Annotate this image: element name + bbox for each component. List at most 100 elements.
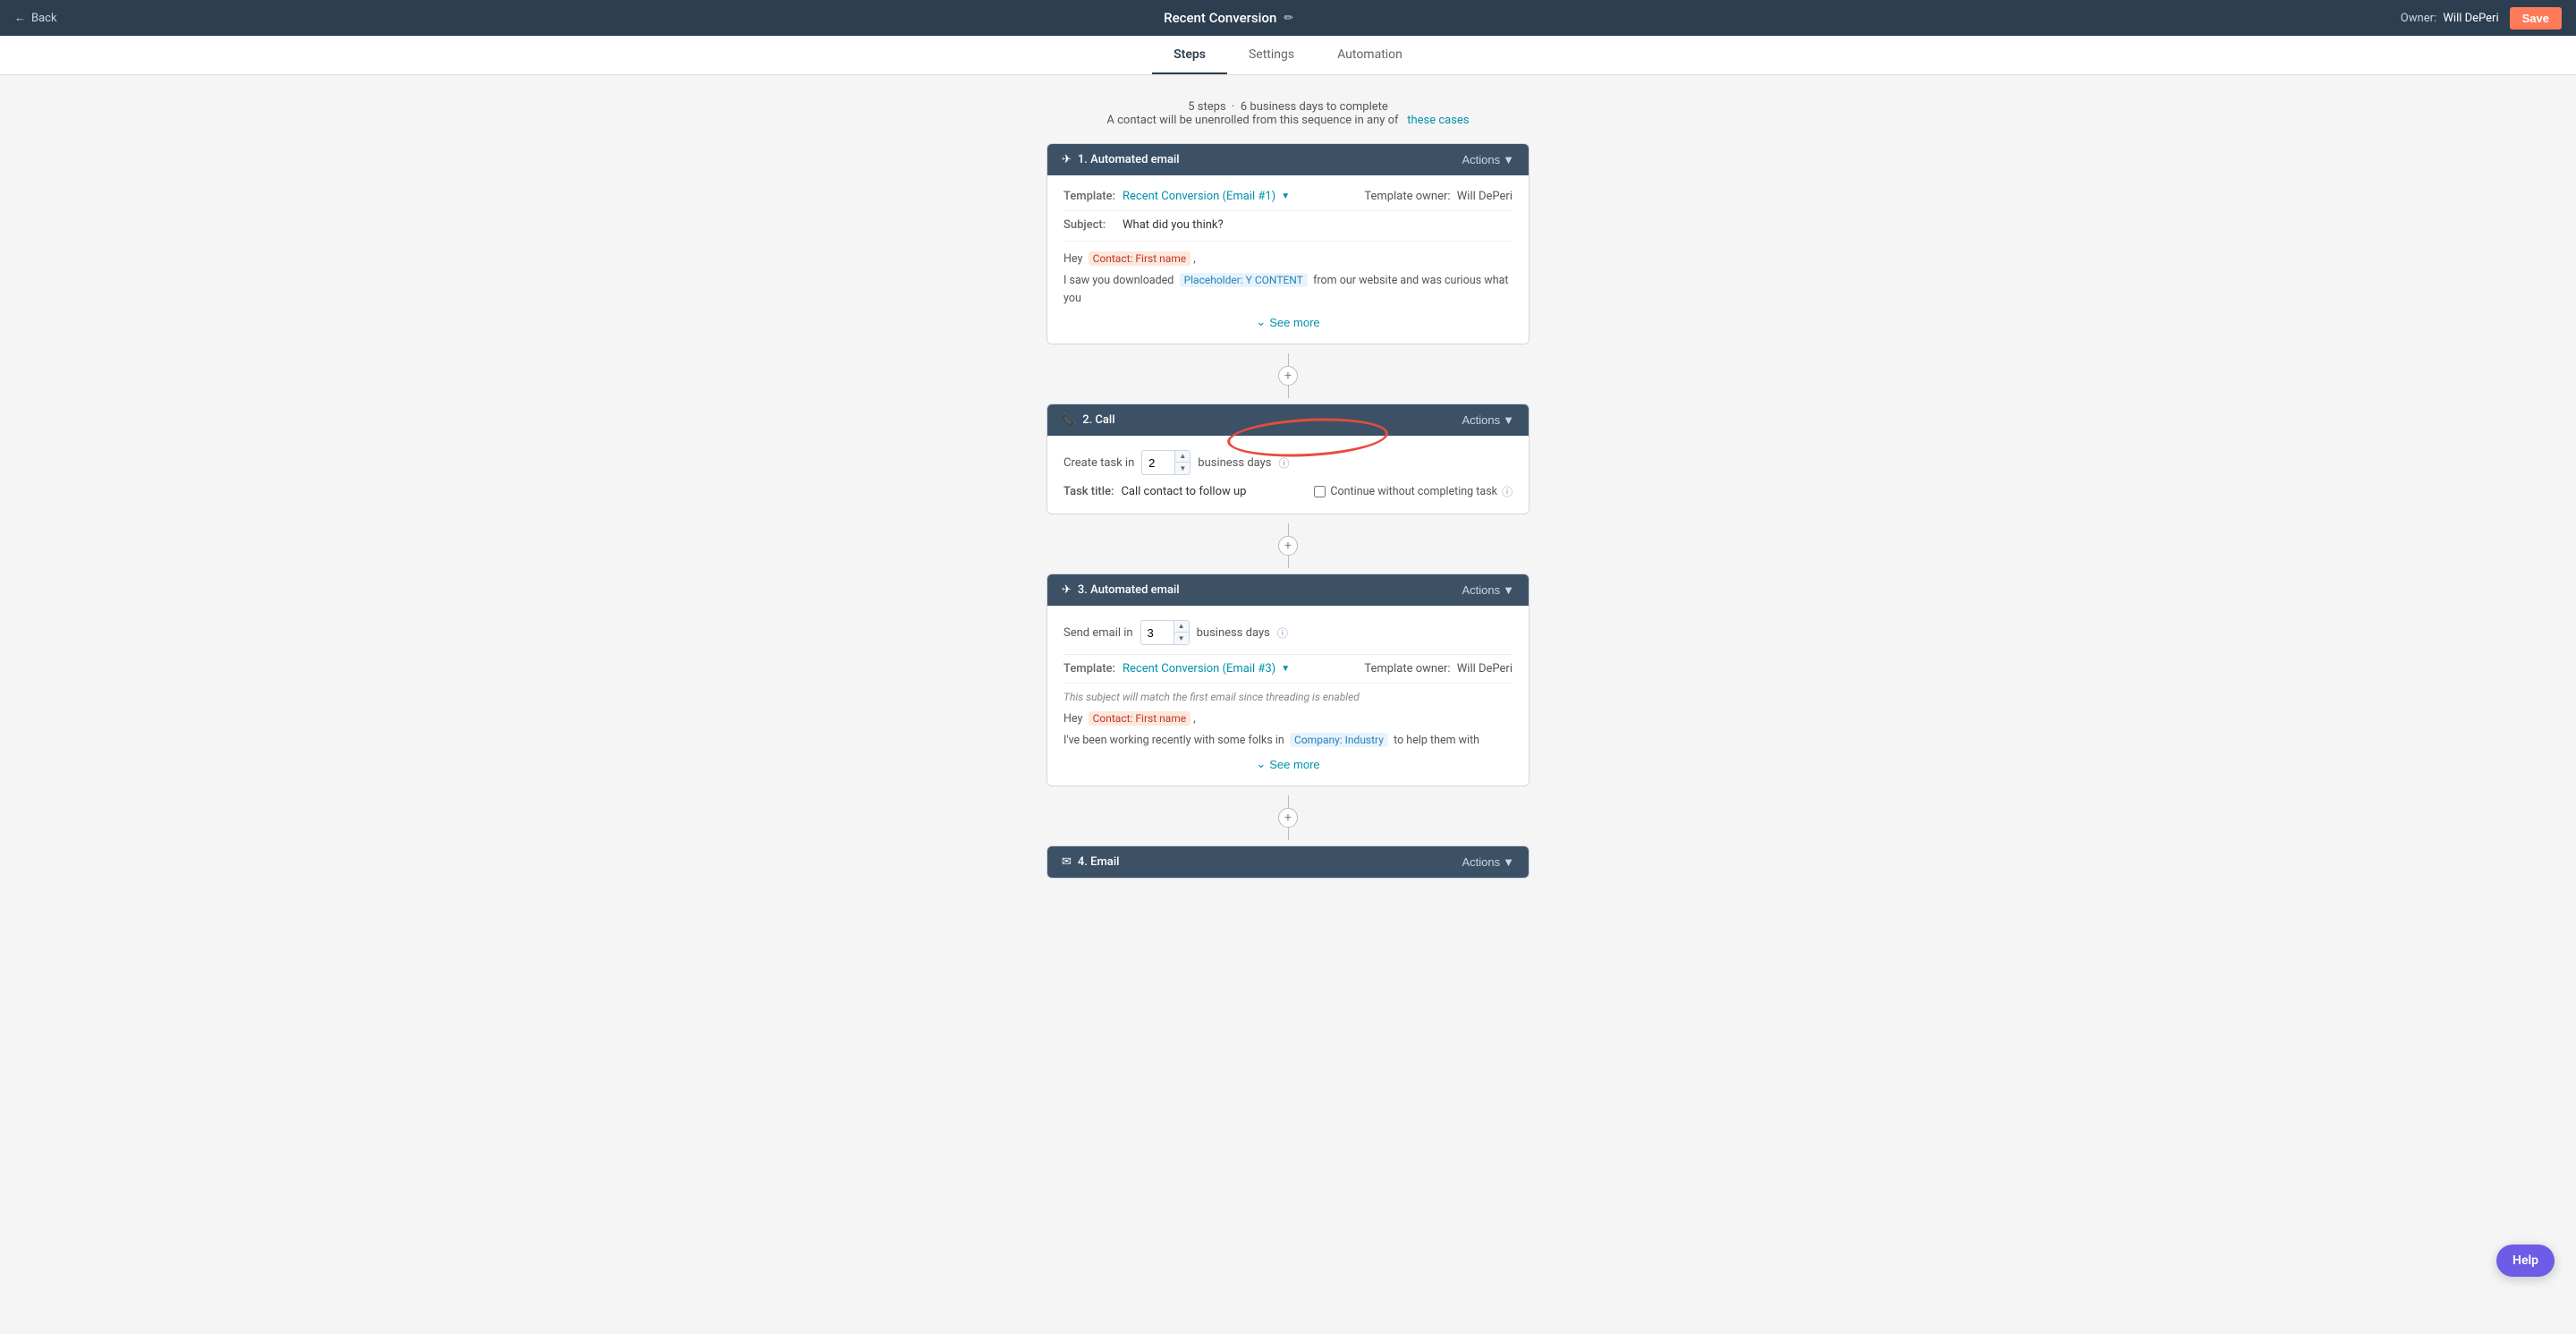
step1-actions-label: Actions <box>1462 153 1500 166</box>
step1-actions-button[interactable]: Actions ▼ <box>1462 153 1514 166</box>
save-button[interactable]: Save <box>2510 7 2562 30</box>
step1-subject-label: Subject: <box>1063 218 1117 232</box>
step2-increment-button[interactable]: ▲ <box>1175 451 1190 463</box>
step3-owner-value: Will DePeri <box>1457 662 1513 675</box>
connector-1-line-bottom <box>1288 386 1289 398</box>
step1-template-dropdown-icon[interactable]: ▼ <box>1281 191 1290 201</box>
step4-actions-button[interactable]: Actions ▼ <box>1462 855 1514 869</box>
step3-title: 3. Automated email <box>1078 583 1180 597</box>
step3-template-owner: Template owner: Will DePeri <box>1364 662 1513 675</box>
step2-task-title-label: Task title: <box>1063 485 1114 498</box>
step2-task-title-value: Call contact to follow up <box>1121 485 1246 498</box>
step3-email-preview: Hey Contact: First name , I've been work… <box>1063 710 1513 750</box>
step2-task-title-row: Task title: Call contact to follow up Co… <box>1063 484 1513 499</box>
step2-continue-help-icon[interactable]: ⓘ <box>1502 484 1513 499</box>
step1-template-link[interactable]: Recent Conversion (Email #1) <box>1123 190 1275 203</box>
connector-3-plus-button[interactable]: + <box>1278 808 1298 828</box>
these-cases-link[interactable]: these cases <box>1407 114 1469 127</box>
step2-number-input-wrap: 2 ▲ ▼ <box>1141 450 1191 475</box>
step3-body-line2: I've been working recently with some fol… <box>1063 732 1513 750</box>
step2-card: 📞 2. Call Actions ▼ Create task in 2 ▲ <box>1046 404 1530 514</box>
step3-number-input-wrap: ▲ ▼ <box>1140 620 1190 645</box>
tab-settings[interactable]: Settings <box>1227 37 1316 74</box>
connector-2: + <box>1278 518 1298 574</box>
step3-help-icon[interactable]: ⓘ <box>1277 625 1288 641</box>
top-nav: ← Back Recent Conversion ✏ Owner: Will D… <box>0 0 2576 36</box>
back-label: Back <box>31 12 57 25</box>
step1-body-prefix2: I saw you downloaded <box>1063 274 1174 287</box>
step2-business-days-label: business days <box>1198 456 1271 470</box>
step1-email-preview: Hey Contact: First name , I saw you down… <box>1063 251 1513 308</box>
back-button[interactable]: ← Back <box>14 11 57 25</box>
step2-actions-chevron: ▼ <box>1503 413 1514 427</box>
step3-body-suffix2: to help them with <box>1394 734 1479 747</box>
step3-template-link[interactable]: Recent Conversion (Email #3) <box>1123 662 1275 675</box>
step1-email-icon: ✈ <box>1062 153 1072 166</box>
tab-steps[interactable]: Steps <box>1152 37 1227 74</box>
step1-card: ✈ 1. Automated email Actions ▼ Template:… <box>1046 143 1530 344</box>
step3-see-more-label: See more <box>1269 758 1319 771</box>
step1-body: Template: Recent Conversion (Email #1) ▼… <box>1047 175 1529 344</box>
step1-subject-value: What did you think? <box>1123 218 1224 232</box>
page-title-area: Recent Conversion ✏ <box>1164 10 1293 26</box>
step1-title: 1. Automated email <box>1078 153 1180 166</box>
owner-label: Owner: Will DePeri <box>2401 12 2499 25</box>
step3-see-more-button[interactable]: ⌄ See more <box>1256 757 1319 771</box>
help-fab-button[interactable]: Help <box>2496 1245 2555 1277</box>
summary-bar: 5 steps · 6 business days to complete A … <box>1106 100 1469 127</box>
connector-2-line <box>1288 523 1289 536</box>
step3-decrement-button[interactable]: ▼ <box>1174 633 1189 644</box>
step1-see-more-button[interactable]: ⌄ See more <box>1256 315 1319 329</box>
step2-actions-button[interactable]: Actions ▼ <box>1462 413 1514 427</box>
step3-email-icon: ✈ <box>1062 583 1072 597</box>
edit-title-icon[interactable]: ✏ <box>1284 12 1293 25</box>
step3-send-email-row: Send email in ▲ ▼ business days ⓘ <box>1063 620 1513 645</box>
connector-2-plus-button[interactable]: + <box>1278 536 1298 556</box>
step2-decrement-button[interactable]: ▼ <box>1175 463 1190 474</box>
step3-actions-button[interactable]: Actions ▼ <box>1462 583 1514 597</box>
connector-3-line-bottom <box>1288 828 1289 840</box>
step4-title: 4. Email <box>1078 855 1120 869</box>
step1-see-more-chevron-icon: ⌄ <box>1256 315 1266 329</box>
step2-actions-label: Actions <box>1462 413 1500 427</box>
step3-increment-button[interactable]: ▲ <box>1174 621 1189 633</box>
step2-continue-checkbox[interactable] <box>1314 486 1326 497</box>
step3-see-more-row: ⌄ See more <box>1063 757 1513 771</box>
step3-template-dropdown-icon[interactable]: ▼ <box>1281 664 1290 674</box>
connector-1-plus-button[interactable]: + <box>1278 366 1298 386</box>
connector-1: + <box>1278 348 1298 404</box>
step2-continue-checkbox-group: Continue without completing task ⓘ <box>1314 484 1513 499</box>
step1-subject-row: Subject: What did you think? <box>1063 218 1513 242</box>
step1-see-more-row: ⌄ See more <box>1063 315 1513 329</box>
step1-token2: Placeholder: Y CONTENT <box>1180 273 1308 287</box>
step3-spinners: ▲ ▼ <box>1174 621 1189 644</box>
step4-email-icon: ✉ <box>1062 855 1072 869</box>
days-label: 6 business days to complete <box>1241 100 1388 114</box>
step3-body-prefix1: Hey <box>1063 712 1082 726</box>
sequence-title: Recent Conversion <box>1164 10 1276 26</box>
step3-body: Send email in ▲ ▼ business days ⓘ Templa… <box>1047 606 1529 786</box>
owner-name: Will DePeri <box>2443 12 2498 25</box>
step1-body-prefix1: Hey <box>1063 252 1082 266</box>
step2-create-task-row: Create task in 2 ▲ ▼ business days ⓘ <box>1063 450 1513 475</box>
owner-label-text: Owner: <box>2401 12 2436 25</box>
step3-send-email-label: Send email in <box>1063 626 1133 640</box>
step3-business-days-label: business days <box>1197 626 1270 640</box>
step2-call-icon: 📞 <box>1062 413 1076 427</box>
step2-help-icon[interactable]: ⓘ <box>1279 455 1290 471</box>
step3-actions-label: Actions <box>1462 583 1500 597</box>
connector-3: + <box>1278 790 1298 845</box>
step4-card: ✉ 4. Email Actions ▼ <box>1046 845 1530 879</box>
connector-1-line <box>1288 353 1289 366</box>
main-content: 5 steps · 6 business days to complete A … <box>0 75 2576 1298</box>
tab-automation[interactable]: Automation <box>1316 37 1424 74</box>
step2-card-wrapper: 📞 2. Call Actions ▼ Create task in 2 ▲ <box>1046 404 1530 518</box>
step1-body-line1: Hey Contact: First name , <box>1063 251 1513 268</box>
step3-token1: Contact: First name <box>1089 711 1191 726</box>
step3-days-input[interactable] <box>1141 623 1174 643</box>
connector-2-line-bottom <box>1288 556 1289 568</box>
tabs-bar: Steps Settings Automation <box>0 36 2576 75</box>
step2-create-task-label: Create task in <box>1063 456 1134 470</box>
step3-card: ✈ 3. Automated email Actions ▼ Send emai… <box>1046 574 1530 786</box>
step2-days-input[interactable]: 2 <box>1142 453 1174 473</box>
